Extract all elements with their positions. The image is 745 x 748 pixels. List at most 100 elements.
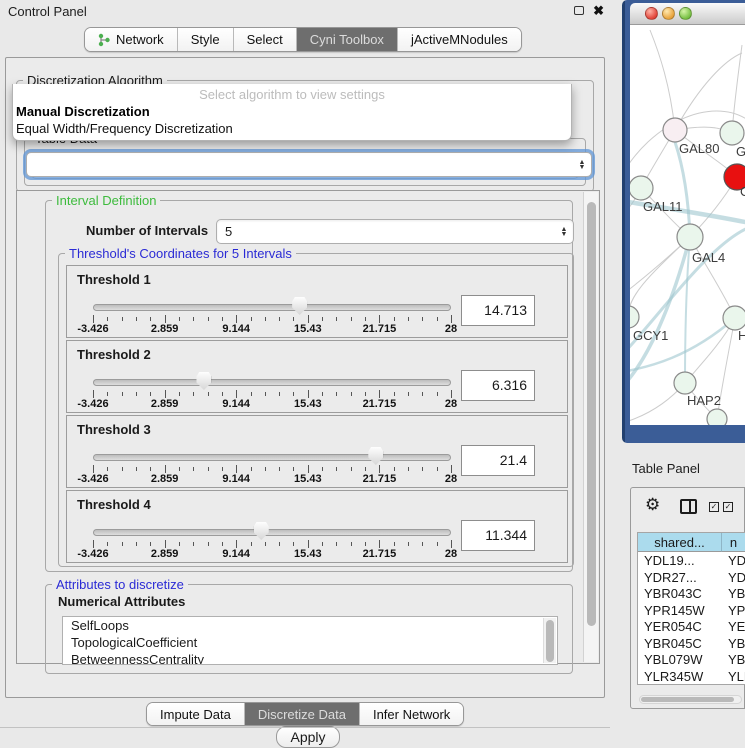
table-row[interactable]: YER054CYER0 <box>638 618 745 635</box>
tab-jactivemnodules[interactable]: jActiveMNodules <box>398 28 521 51</box>
table-cell[interactable]: YPR145W <box>638 602 722 619</box>
table-cell[interactable]: YBL0 <box>722 651 745 668</box>
scrollbar-thumb[interactable] <box>641 697 734 702</box>
split-pane-icon[interactable] <box>680 499 697 514</box>
network-canvas[interactable]: GAL80GACGAL11GAL4GCY1HHAP2 <box>630 25 745 425</box>
threshold-slider-track[interactable] <box>93 529 451 536</box>
attribute-list-item[interactable]: SelfLoops <box>63 617 557 634</box>
network-node[interactable] <box>707 409 727 425</box>
table-header-row: shared... n <box>638 533 745 552</box>
column-header-shared-name[interactable]: shared... <box>638 533 722 552</box>
tick-mark <box>107 317 108 321</box>
network-node[interactable] <box>723 306 745 330</box>
table-cell[interactable]: YBR0 <box>722 635 745 652</box>
close-icon[interactable]: ✖ <box>593 3 604 19</box>
scrollbar-thumb[interactable] <box>587 202 596 626</box>
table-row[interactable]: YBR043CYBR0 <box>638 585 745 602</box>
threshold-slider-track[interactable] <box>93 379 451 386</box>
checkbox-icon[interactable]: ✓ <box>723 502 733 512</box>
network-node[interactable] <box>720 121 744 145</box>
tab-network[interactable]: Network <box>85 28 178 51</box>
attribute-list-item[interactable]: TopologicalCoefficient <box>63 634 557 651</box>
algorithm-combobox[interactable]: ▲▼ <box>26 152 592 177</box>
table-cell[interactable]: YDR2 <box>722 569 745 586</box>
table-row[interactable]: YLR345WYLR3 <box>638 668 745 685</box>
table-row[interactable]: YDL19...YDL1 <box>638 552 745 569</box>
gear-icon[interactable]: ⚙ <box>645 495 660 515</box>
tick-label: 15.43 <box>294 323 322 335</box>
node-label: GA <box>736 144 745 159</box>
numerical-attributes-list[interactable]: SelfLoopsTopologicalCoefficientBetweenne… <box>62 616 558 665</box>
cyni-toolbox-panel: Discretization Algorithm ▲▼ Table Data g… <box>5 57 605 698</box>
table-cell[interactable]: YDR27... <box>638 569 722 586</box>
network-node[interactable] <box>674 372 696 394</box>
tick-mark <box>136 467 137 471</box>
tab-infer-network[interactable]: Infer Network <box>360 703 463 725</box>
number-of-intervals-label: Number of Intervals <box>86 223 208 238</box>
table-hscrollbar[interactable] <box>639 695 742 704</box>
attributes-group: Attributes to discretize Numerical Attri… <box>45 584 573 674</box>
threshold-slider-track[interactable] <box>93 454 451 461</box>
tab-style[interactable]: Style <box>178 28 234 51</box>
dropdown-option-equal-width[interactable]: Equal Width/Frequency Discretization <box>16 121 233 136</box>
threshold-slider-thumb[interactable] <box>196 372 211 390</box>
table-row[interactable]: YBL079WYBL0 <box>638 651 745 668</box>
tick-label: 21.715 <box>363 473 397 485</box>
threshold-slider-track[interactable] <box>93 304 451 311</box>
table-cell[interactable]: YDL1 <box>722 552 745 569</box>
checkbox-icon[interactable]: ✓ <box>709 502 719 512</box>
tick-mark <box>351 317 352 321</box>
threshold-value-field[interactable]: 14.713 <box>461 295 535 326</box>
spinner-arrows-icon: ▲▼ <box>555 227 573 237</box>
network-node[interactable] <box>630 306 639 328</box>
table-cell[interactable]: YBL079W <box>638 651 722 668</box>
attributes-group-label: Attributes to discretize <box>52 577 188 592</box>
table-row[interactable]: YIL052CYIL0 <box>638 684 745 685</box>
threshold-value-field[interactable]: 6.316 <box>461 370 535 401</box>
table-row[interactable]: YPR145WYPR1 <box>638 602 745 619</box>
dropdown-option-manual[interactable]: Manual Discretization <box>16 104 150 119</box>
tab-select[interactable]: Select <box>234 28 297 51</box>
table-cell[interactable]: YIL0 <box>722 684 745 685</box>
attribute-list-item[interactable]: BetweennessCentrality <box>63 651 557 665</box>
threshold-slider-thumb[interactable] <box>292 297 307 315</box>
threshold-2-panel: Threshold 2 -3.4262.8599.14415.4321.7152… <box>66 340 568 413</box>
tab-impute-data[interactable]: Impute Data <box>147 703 245 725</box>
list-scrollbar[interactable] <box>543 618 556 663</box>
table-cell[interactable]: YLR3 <box>722 668 745 685</box>
table-cell[interactable]: YER054C <box>638 618 722 635</box>
table-cell[interactable]: YBR0 <box>722 585 745 602</box>
tick-mark <box>165 315 166 323</box>
zoom-traffic-light[interactable] <box>679 7 692 20</box>
tab-discretize-data[interactable]: Discretize Data <box>245 703 360 725</box>
table-cell[interactable]: YBR043C <box>638 585 722 602</box>
table-cell[interactable]: YDL19... <box>638 552 722 569</box>
tab-cyni-toolbox[interactable]: Cyni Toolbox <box>297 28 398 51</box>
tick-mark <box>265 392 266 396</box>
settings-scrollbar[interactable] <box>583 192 598 662</box>
tick-mark <box>179 317 180 321</box>
threshold-slider-thumb[interactable] <box>368 447 383 465</box>
minimize-traffic-light[interactable] <box>662 7 675 20</box>
network-node[interactable] <box>677 224 703 250</box>
tick-mark <box>279 317 280 321</box>
table-row[interactable]: YBR045CYBR0 <box>638 635 745 652</box>
table-cell[interactable]: YBR045C <box>638 635 722 652</box>
threshold-value-field[interactable]: 21.4 <box>461 445 535 476</box>
scrollbar-thumb[interactable] <box>546 620 554 662</box>
table-cell[interactable]: YPR1 <box>722 602 745 619</box>
table-cell[interactable]: YLR345W <box>638 668 722 685</box>
table-cell[interactable]: YIL052C <box>638 684 722 685</box>
close-traffic-light[interactable] <box>645 7 658 20</box>
float-icon[interactable] <box>574 6 584 15</box>
table-row[interactable]: YDR27...YDR2 <box>638 569 745 586</box>
tick-mark <box>165 540 166 548</box>
column-header-name[interactable]: n <box>722 533 745 552</box>
number-of-intervals-spinner[interactable]: 5 ▲▼ <box>216 219 574 244</box>
threshold-slider-thumb[interactable] <box>254 522 269 540</box>
table-cell[interactable]: YER0 <box>722 618 745 635</box>
network-node[interactable] <box>630 176 653 200</box>
tick-mark <box>251 317 252 321</box>
network-node[interactable] <box>663 118 687 142</box>
threshold-value-field[interactable]: 11.344 <box>461 520 535 551</box>
